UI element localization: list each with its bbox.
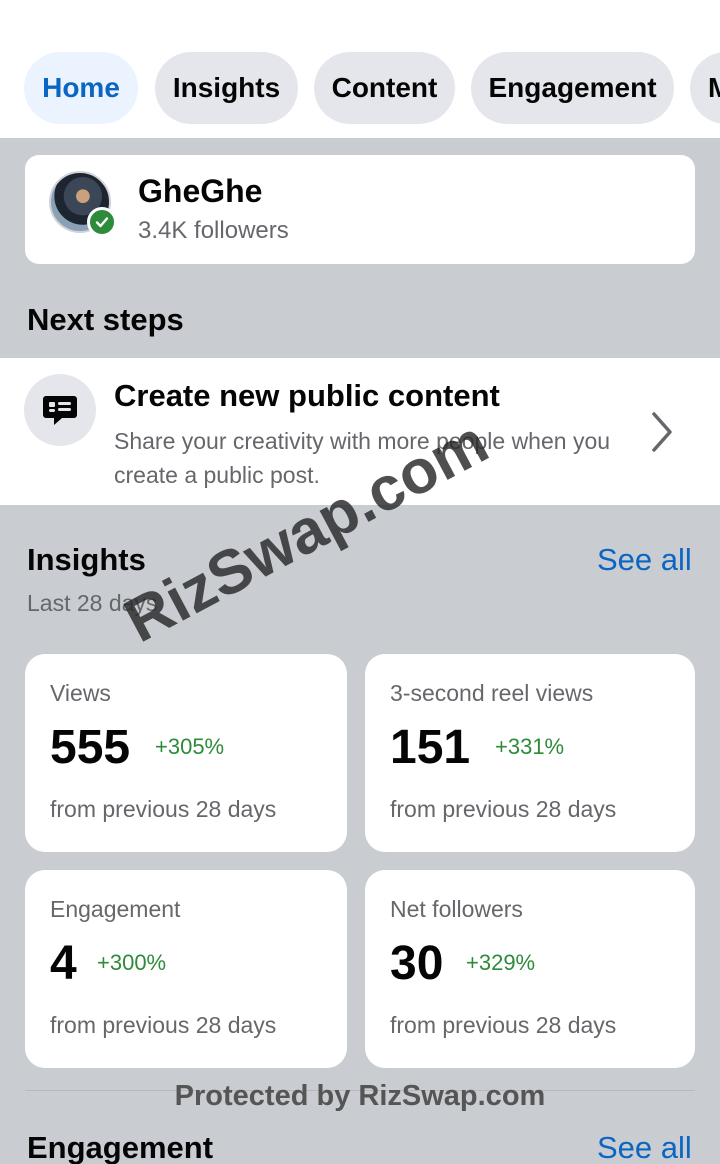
insights-see-all-link[interactable]: See all (597, 542, 692, 578)
engagement-see-all-link[interactable]: See all (597, 1130, 692, 1164)
profile-followers: 3.4K followers (138, 217, 289, 244)
stat-card-views[interactable]: Views 555 +305% from previous 28 days (25, 654, 347, 852)
stat-value: 555 (50, 721, 131, 774)
stat-change: +329% (466, 950, 536, 975)
profile-name: GheGhe (138, 173, 263, 209)
stat-value: 151 (390, 721, 471, 774)
stat-sub: from previous 28 days (50, 1012, 277, 1038)
watermark-footer: Protected by RizSwap.com (174, 1080, 546, 1112)
tab-insights[interactable]: Insights (155, 52, 298, 124)
engagement-heading: Engagement (27, 1130, 214, 1164)
stat-card-engagement[interactable]: Engagement 4 +300% from previous 28 days (25, 870, 347, 1068)
stat-value: 30 (390, 937, 444, 990)
profile-card[interactable]: GheGhe 3.4K followers (25, 155, 695, 264)
tab-home[interactable]: Home (24, 52, 138, 124)
stat-label: 3-second reel views (390, 680, 594, 706)
stat-sub: from previous 28 days (50, 796, 277, 822)
stat-label: Net followers (390, 896, 523, 922)
verified-check-icon (87, 207, 117, 237)
tab-more[interactable]: M (690, 52, 720, 124)
chevron-right-icon[interactable] (648, 410, 676, 459)
stat-change: +300% (97, 950, 167, 975)
stat-value: 4 (50, 937, 77, 990)
insights-heading: Insights (27, 542, 146, 577)
next-step-title: Create new public content (114, 378, 500, 413)
next-steps-heading: Next steps (27, 302, 184, 337)
stat-change: +331% (495, 734, 565, 759)
tab-engagement[interactable]: Engagement (471, 52, 674, 124)
stat-change: +305% (155, 734, 225, 759)
stat-sub: from previous 28 days (390, 796, 617, 822)
comment-post-icon (24, 374, 96, 446)
top-tab-bar: Home Insights Content Engagement M (0, 0, 720, 138)
stat-card-reel-views[interactable]: 3-second reel views 151 +331% from previ… (365, 654, 695, 852)
stat-label: Engagement (50, 896, 181, 922)
tab-content[interactable]: Content (314, 52, 455, 124)
stat-card-net-followers[interactable]: Net followers 30 +329% from previous 28 … (365, 870, 695, 1068)
stat-label: Views (50, 680, 111, 706)
stat-sub: from previous 28 days (390, 1012, 617, 1038)
